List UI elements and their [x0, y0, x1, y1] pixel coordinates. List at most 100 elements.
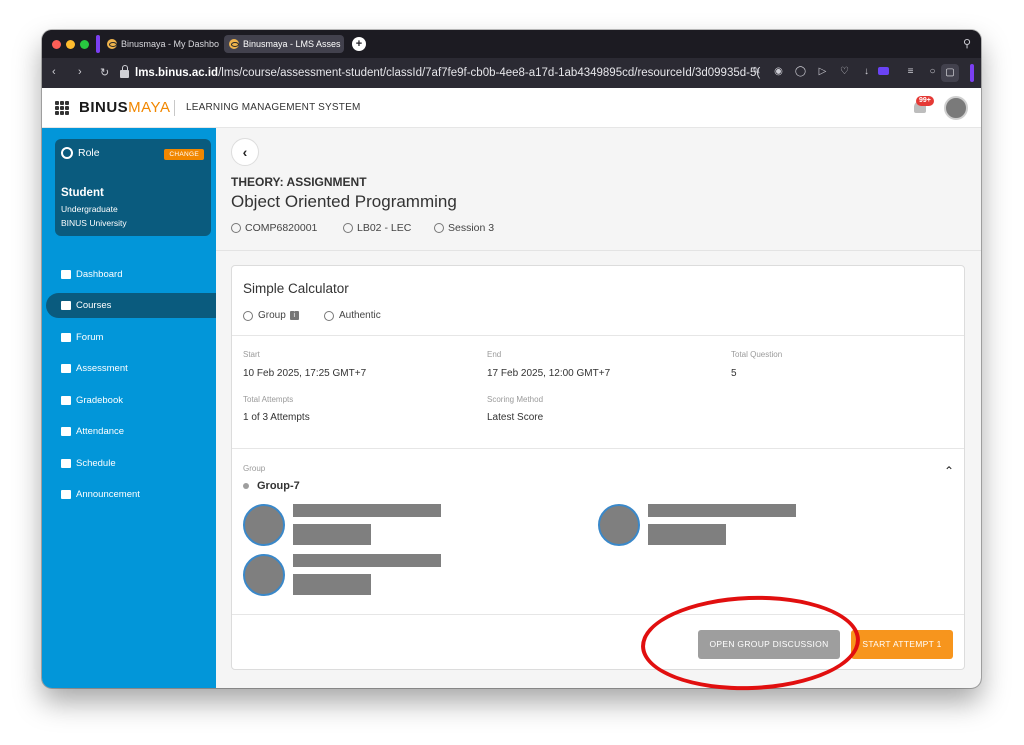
close-window-button[interactable] — [52, 40, 61, 49]
address-bar[interactable]: lms.binus.ac.id/lms/course/assessment-st… — [120, 62, 800, 84]
member-avatar — [243, 554, 285, 596]
sidebar-item-attendance[interactable]: Attendance — [46, 419, 216, 444]
toolbar-icons: ✎ ◉ ◯ ▷ ♡ ↓ ≡ ○ — [750, 66, 939, 77]
session-icon — [434, 223, 444, 233]
role-card: Role CHANGE Student Undergraduate BINUS … — [55, 139, 211, 236]
url-path: /lms/course/assessment-student/classId/7… — [218, 67, 761, 79]
group-label: Group — [243, 464, 266, 473]
group-icon — [243, 310, 253, 321]
page: BINUSMAYA LEARNING MANAGEMENT SYSTEM 99+… — [42, 88, 981, 688]
dashboard-icon — [61, 270, 71, 279]
attendance-icon — [61, 427, 71, 436]
courses-icon — [61, 301, 71, 310]
lock-icon — [120, 65, 129, 78]
redacted-name — [293, 554, 441, 567]
course-class: LB02 - LEC — [343, 222, 411, 234]
app-header: BINUSMAYA LEARNING MANAGEMENT SYSTEM 99+ — [42, 88, 981, 128]
course-session: Session 3 — [434, 222, 494, 234]
sidebar-item-schedule[interactable]: Schedule — [46, 451, 216, 476]
menu-icon[interactable]: ≡ — [904, 66, 917, 77]
browser-window: Binusmaya - My Dashbo Binusmaya - LMS As… — [42, 30, 981, 688]
role-institution: BINUS University — [61, 218, 127, 228]
code-icon — [231, 223, 241, 233]
scoring-method-value: Latest Score — [487, 412, 544, 423]
schedule-icon — [61, 459, 71, 468]
divider — [232, 335, 964, 336]
binusmaya-logo[interactable]: BINUSMAYA — [79, 99, 170, 116]
forward-icon[interactable]: › — [78, 66, 82, 78]
shield-icon[interactable]: ◯ — [794, 66, 807, 77]
header-divider — [174, 100, 175, 116]
sidebar: Role CHANGE Student Undergraduate BINUS … — [42, 128, 216, 688]
divider — [216, 250, 981, 251]
camera-icon[interactable]: ◉ — [772, 66, 785, 77]
navigation-bar: ‹ › ↻ lms.binus.ac.id/lms/course/assessm… — [42, 58, 981, 88]
binusmaya-favicon-icon — [107, 39, 117, 49]
change-role-button[interactable]: CHANGE — [164, 149, 204, 160]
tag-group: Group i — [243, 310, 299, 321]
sidebar-item-announcement[interactable]: Announcement — [46, 482, 216, 507]
extensions-button-icon[interactable]: ▢ — [941, 64, 959, 82]
apps-grid-icon[interactable] — [55, 101, 69, 115]
start-value: 10 Feb 2025, 17:25 GMT+7 — [243, 368, 367, 379]
back-button[interactable]: ‹ — [231, 138, 259, 166]
redacted-name — [293, 504, 441, 517]
member-avatar — [243, 504, 285, 546]
role-name: Student — [61, 187, 104, 199]
binusmaya-favicon-icon — [229, 39, 239, 49]
tab-lms-assessment[interactable]: Binusmaya - LMS Asses — [224, 35, 344, 53]
heart-icon[interactable]: ♡ — [838, 66, 851, 77]
tab-title: Binusmaya - LMS Asses — [243, 39, 341, 49]
divider — [232, 448, 964, 449]
redacted-info — [293, 524, 371, 545]
tab-bar: Binusmaya - My Dashbo Binusmaya - LMS As… — [42, 30, 981, 58]
total-attempts-value: 1 of 3 Attempts — [243, 412, 310, 423]
start-label: Start — [243, 350, 260, 359]
play-icon[interactable]: ▷ — [816, 66, 829, 77]
total-question-label: Total Question — [731, 350, 783, 359]
redacted-info — [293, 574, 371, 595]
info-icon[interactable]: i — [289, 311, 299, 320]
open-group-discussion-button[interactable]: OPEN GROUP DISCUSSION — [698, 630, 840, 659]
extension-badge-icon[interactable] — [878, 67, 889, 75]
divider — [232, 614, 964, 615]
sidebar-item-dashboard[interactable]: Dashboard — [46, 262, 216, 287]
assessment-icon — [61, 364, 71, 373]
sidebar-indicator — [970, 64, 974, 82]
sidebar-item-assessment[interactable]: Assessment — [46, 356, 216, 381]
scoring-method-label: Scoring Method — [487, 395, 544, 404]
new-tab-button[interactable]: + — [352, 37, 366, 51]
sidebar-item-forum[interactable]: Forum — [46, 325, 216, 350]
start-attempt-button[interactable]: START ATTEMPT 1 — [851, 630, 953, 659]
group-name: Group-7 — [243, 480, 300, 492]
collapse-chevron-icon[interactable]: ⌃ — [944, 464, 954, 478]
header-title: LEARNING MANAGEMENT SYSTEM — [186, 102, 361, 113]
course-title: Object Oriented Programming — [231, 192, 457, 211]
sidebar-item-courses[interactable]: Courses — [46, 293, 216, 318]
edit-icon[interactable]: ✎ — [750, 66, 763, 77]
maximize-window-button[interactable] — [80, 40, 89, 49]
assignment-card: Simple Calculator Group i Authentic Start… — [231, 265, 965, 670]
back-icon[interactable]: ‹ — [52, 66, 56, 78]
member-avatar — [598, 504, 640, 546]
total-attempts-label: Total Attempts — [243, 395, 294, 404]
account-icon[interactable]: ○ — [926, 66, 939, 77]
minimize-window-button[interactable] — [66, 40, 75, 49]
download-icon[interactable]: ↓ — [860, 66, 873, 77]
role-icon — [61, 147, 73, 159]
user-avatar[interactable] — [944, 96, 968, 120]
reload-icon[interactable]: ↻ — [100, 66, 109, 79]
search-tabs-icon[interactable]: ⚲ — [963, 37, 971, 50]
authentic-icon — [324, 310, 334, 321]
role-header: Role — [61, 147, 100, 159]
announcement-icon — [61, 490, 71, 499]
assignment-title: Simple Calculator — [243, 281, 349, 296]
role-label: Role — [78, 147, 100, 159]
redacted-name — [648, 504, 796, 517]
tag-authentic: Authentic — [324, 310, 381, 321]
tab-dashboard[interactable]: Binusmaya - My Dashbo — [102, 35, 222, 53]
forum-icon — [61, 333, 71, 342]
sidebar-item-gradebook[interactable]: Gradebook — [46, 388, 216, 413]
status-dot — [243, 483, 249, 489]
end-label: End — [487, 350, 502, 359]
